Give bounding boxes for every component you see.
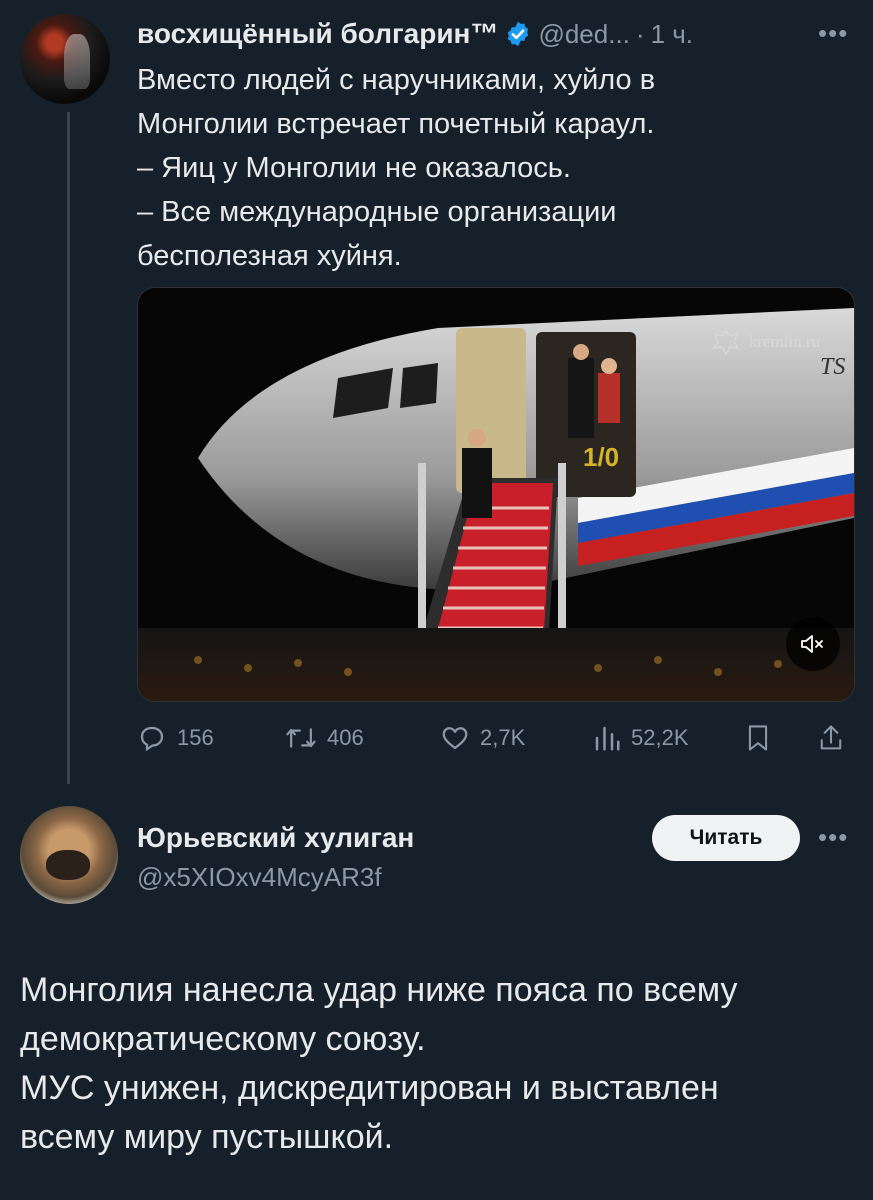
author-name[interactable]: восхищённый болгарин™	[137, 18, 498, 50]
author-avatar[interactable]	[20, 14, 110, 104]
like-button[interactable]: 2,7K	[440, 718, 525, 758]
share-icon	[820, 725, 842, 750]
reply-text-line: МУС унижен, дискредитирован и выставлен	[20, 1069, 719, 1107]
watermark-text: kremlin.ru	[748, 332, 820, 351]
reply-text-line: демократическому союзу.	[20, 1020, 426, 1058]
tweet-text-line: Вместо людей с наручниками, хуйло в	[137, 64, 656, 96]
views-count: 52,2K	[631, 725, 689, 750]
tweet-time[interactable]: 1 ч.	[651, 19, 693, 50]
tweet-text-line: бесполезная хуйня.	[137, 240, 402, 272]
tweet-video[interactable]: 1/0 TS kremlin.ru	[137, 287, 855, 702]
reply-author-handle[interactable]: @x5XIOxv4McyAR3f	[137, 862, 382, 893]
reply-icon	[140, 726, 164, 752]
like-icon	[442, 727, 468, 750]
retweet-button[interactable]: 406	[285, 718, 364, 758]
verified-badge-icon	[508, 21, 529, 47]
reply-author-name[interactable]: Юрьевский хулиган	[137, 822, 414, 854]
retweet-icon	[286, 728, 316, 748]
follow-button[interactable]: Читать	[652, 815, 800, 861]
more-icon[interactable]: •••	[818, 18, 848, 49]
coat-of-arms-icon	[712, 329, 740, 356]
retweet-count: 406	[327, 725, 364, 750]
tweet-text-line: – Яиц у Монголии не оказалось.	[137, 152, 571, 184]
tweet-header: восхищённый болгарин™ @ded... · 1 ч.	[137, 14, 693, 54]
dot-separator: ·	[635, 18, 645, 49]
mute-button[interactable]	[786, 617, 840, 671]
views-button[interactable]: 52,2K	[593, 718, 689, 758]
views-icon	[595, 726, 620, 751]
reply-author-avatar[interactable]	[20, 806, 118, 904]
more-icon[interactable]: •••	[818, 822, 848, 853]
tweet-actions: 156 406 2,7K 52,2K	[137, 718, 853, 758]
reply-button[interactable]: 156	[137, 718, 214, 758]
tweet-text: Вместо людей с наручниками, хуйло в Монг…	[137, 58, 817, 278]
share-button[interactable]	[817, 718, 855, 758]
video-watermark: kremlin.ru	[711, 328, 820, 356]
reply-text-line: Монголия нанесла удар ниже пояса по всем…	[20, 971, 738, 1009]
reply-text: Монголия нанесла удар ниже пояса по всем…	[20, 966, 860, 1162]
reply-count: 156	[177, 725, 214, 750]
thread-line	[67, 112, 70, 784]
tweet-text-line: – Все международные организации	[137, 196, 617, 228]
tweet-text-line: Монголии встречает почетный караул.	[137, 108, 655, 140]
author-handle[interactable]: @ded...	[538, 19, 629, 50]
like-count: 2,7K	[480, 725, 526, 750]
door-mark: 1/0	[583, 442, 619, 472]
speaker-muted-icon	[801, 635, 823, 653]
plane-mark: TS	[820, 354, 845, 380]
reply-text-line: всему миру пустышкой.	[20, 1118, 394, 1156]
bookmark-button[interactable]	[745, 718, 781, 758]
bookmark-icon	[748, 725, 768, 751]
